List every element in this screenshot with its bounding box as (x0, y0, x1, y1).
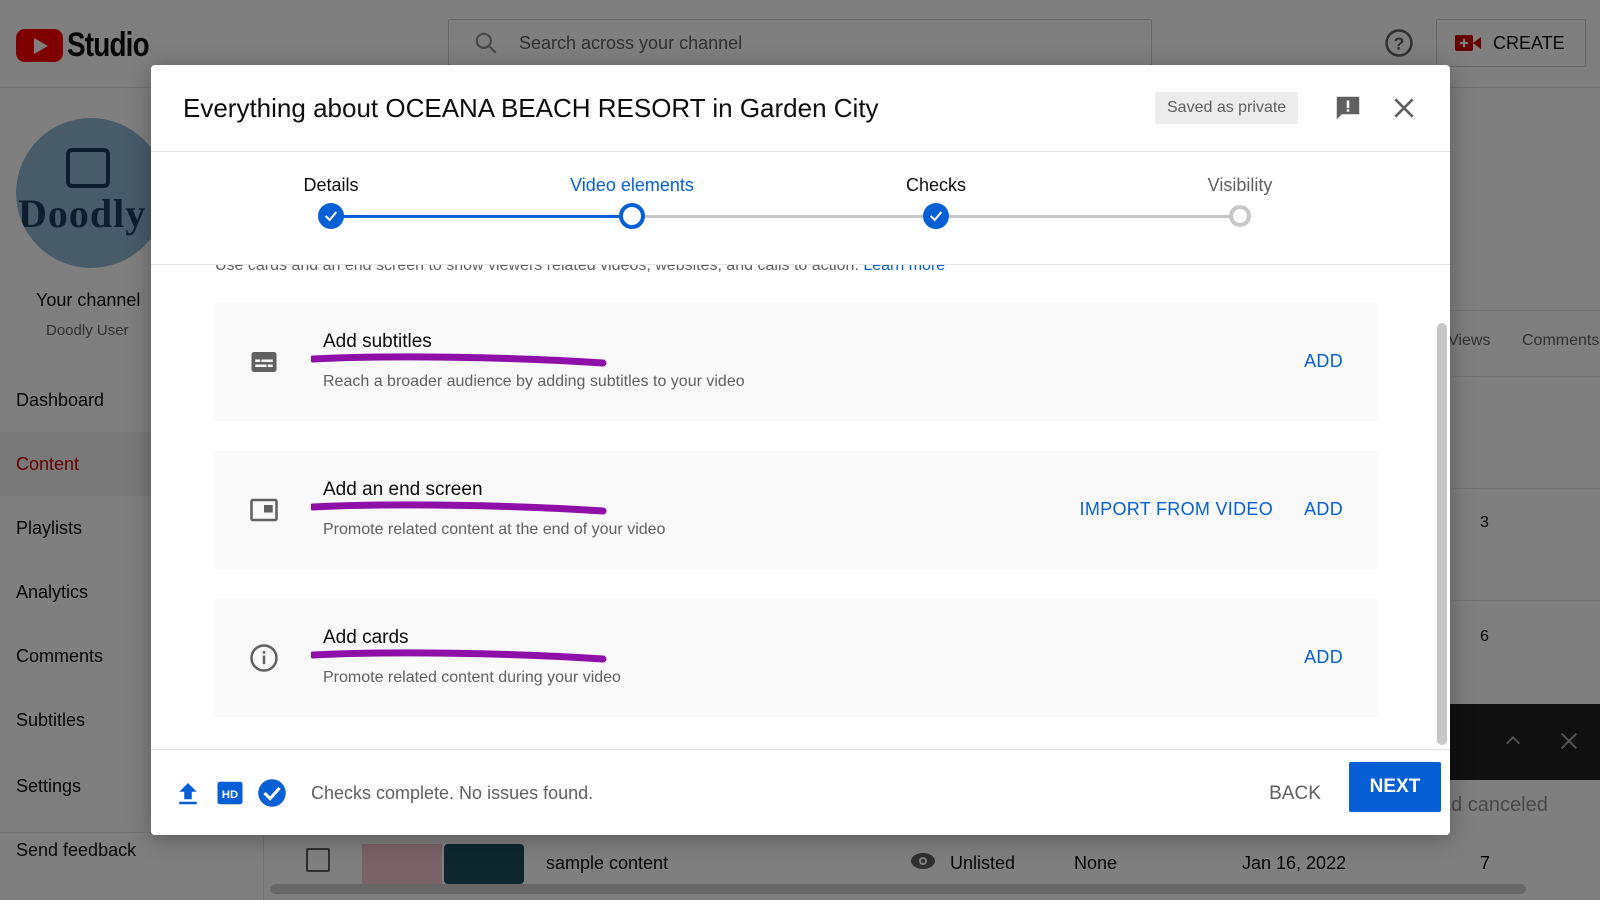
saved-status-badge: Saved as private (1155, 92, 1299, 124)
step-checks-check-icon[interactable] (923, 203, 949, 229)
add-cards-button[interactable]: ADD (1304, 647, 1343, 668)
step-progress: Details Video elements Checks Visibility (151, 152, 1450, 265)
import-from-video-button[interactable]: IMPORT FROM VIDEO (1080, 499, 1273, 520)
step-details-label[interactable]: Details (303, 175, 358, 196)
card-title: Add cards (323, 627, 409, 648)
step-visibility-dot[interactable] (1229, 205, 1251, 227)
intro-description: Use cards and an end screen to show view… (215, 265, 859, 274)
end-screen-icon (250, 498, 278, 522)
subtitles-icon (251, 352, 277, 372)
feedback-icon[interactable] (1333, 93, 1363, 123)
close-icon[interactable] (1391, 95, 1417, 121)
step-checks-label[interactable]: Checks (906, 175, 966, 196)
purple-underline-annotation (311, 501, 607, 515)
end-screen-card: Add an end screen Promote related conten… (215, 451, 1377, 569)
back-button[interactable]: BACK (1249, 773, 1341, 815)
purple-underline-annotation (311, 649, 607, 663)
card-title: Add an end screen (323, 479, 483, 500)
purple-underline-annotation (311, 353, 607, 367)
next-button[interactable]: NEXT (1349, 762, 1441, 812)
step-details-check-icon[interactable] (318, 203, 344, 229)
info-icon (250, 644, 278, 672)
learn-more-link[interactable]: Learn more (863, 265, 945, 274)
checks-complete-icon[interactable] (257, 778, 287, 808)
card-description: Promote related content during your vide… (323, 669, 621, 686)
card-title: Add subtitles (323, 331, 432, 352)
card-description: Reach a broader audience by adding subti… (323, 373, 745, 390)
step-video-elements-label[interactable]: Video elements (570, 175, 694, 196)
add-end-screen-button[interactable]: ADD (1304, 499, 1343, 520)
vertical-scrollbar[interactable] (1437, 323, 1447, 745)
step-connector (331, 215, 632, 218)
upload-icon[interactable] (173, 778, 203, 808)
subtitles-card: Add subtitles Reach a broader audience b… (215, 303, 1377, 421)
dialog-body: Use cards and an end screen to show view… (151, 265, 1450, 765)
add-subtitles-button[interactable]: ADD (1304, 351, 1343, 372)
checks-status-text: Checks complete. No issues found. (311, 783, 594, 803)
step-visibility-label[interactable]: Visibility (1208, 175, 1273, 196)
card-description: Promote related content at the end of yo… (323, 521, 666, 538)
intro-text: Use cards and an end screen to show view… (215, 265, 945, 275)
step-video-elements-dot[interactable] (619, 203, 645, 229)
cards-card: Add cards Promote related content during… (215, 599, 1377, 717)
svg-text:HD: HD (222, 789, 238, 801)
hd-icon[interactable]: HD (215, 778, 245, 808)
dialog-title: Everything about OCEANA BEACH RESORT in … (183, 93, 879, 123)
upload-dialog: Everything about OCEANA BEACH RESORT in … (151, 65, 1450, 835)
dialog-footer: HD Checks complete. No issues found. BAC… (151, 749, 1450, 835)
